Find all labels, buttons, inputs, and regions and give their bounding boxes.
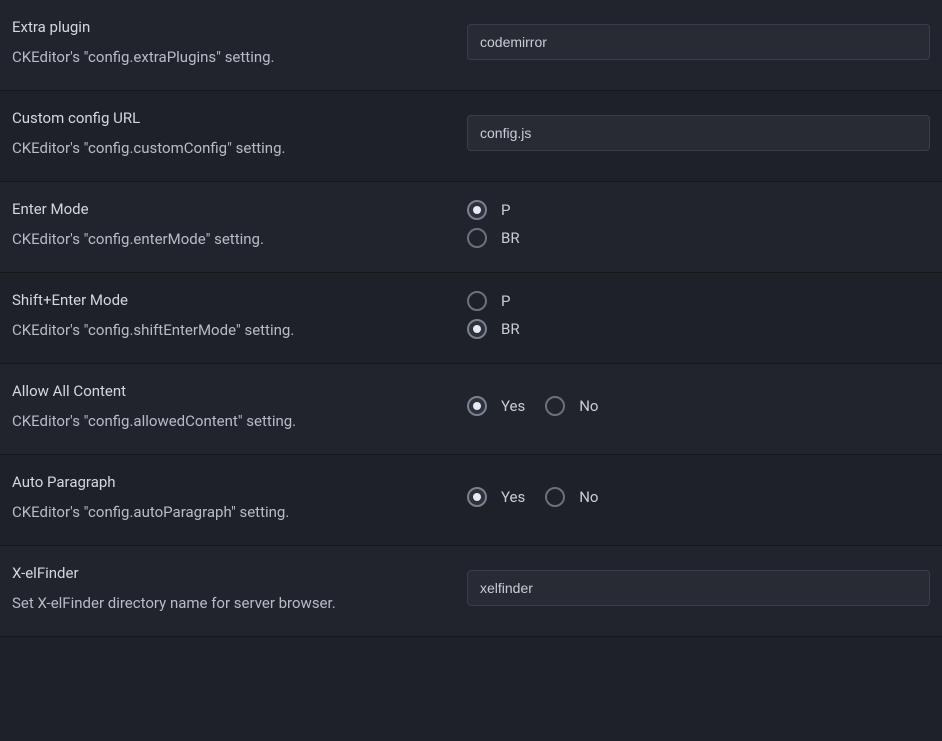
setting-row-allow-all-content: Allow All Content CKEditor's "config.allo… xyxy=(0,364,942,455)
setting-description: CKEditor's "config.customConfig" setting… xyxy=(12,139,447,157)
radio-label: No xyxy=(579,488,598,506)
setting-control-block: Yes No xyxy=(467,382,930,430)
setting-label-block: Custom config URL CKEditor's "config.cust… xyxy=(12,109,467,157)
x-elfinder-input[interactable] xyxy=(467,570,930,606)
radio-button-icon xyxy=(545,396,565,416)
setting-description: Set X-elFinder directory name for server… xyxy=(12,594,447,612)
enter-mode-radio-option[interactable]: BR xyxy=(467,228,930,248)
allow-all-content-radio-option[interactable]: No xyxy=(545,396,598,416)
enter-mode-radio-group: P BR xyxy=(467,200,930,248)
setting-description: CKEditor's "config.autoParagraph" settin… xyxy=(12,503,447,521)
setting-label-block: X-elFinder Set X-elFinder directory name … xyxy=(12,564,467,612)
setting-title: Extra plugin xyxy=(12,18,447,36)
radio-label: No xyxy=(579,397,598,415)
setting-title: Custom config URL xyxy=(12,109,447,127)
setting-row-shift-enter-mode: Shift+Enter Mode CKEditor's "config.shift… xyxy=(0,273,942,364)
setting-control-block: Yes No xyxy=(467,473,930,521)
setting-row-enter-mode: Enter Mode CKEditor's "config.enterMode" … xyxy=(0,182,942,273)
radio-button-icon xyxy=(467,396,487,416)
setting-description: CKEditor's "config.allowedContent" setti… xyxy=(12,412,447,430)
setting-row-auto-paragraph: Auto Paragraph CKEditor's "config.autoPar… xyxy=(0,455,942,546)
radio-label: Yes xyxy=(501,397,525,415)
radio-button-icon xyxy=(467,319,487,339)
auto-paragraph-radio-option[interactable]: No xyxy=(545,487,598,507)
radio-dot-icon xyxy=(473,325,481,333)
radio-dot-icon xyxy=(473,402,481,410)
allow-all-content-radio-option[interactable]: Yes xyxy=(467,396,525,416)
radio-dot-icon xyxy=(473,493,481,501)
setting-title: Enter Mode xyxy=(12,200,447,218)
setting-row-extra-plugin: Extra plugin CKEditor's "config.extraPlug… xyxy=(0,0,942,91)
radio-button-icon xyxy=(467,228,487,248)
setting-label-block: Shift+Enter Mode CKEditor's "config.shift… xyxy=(12,291,467,339)
setting-label-block: Allow All Content CKEditor's "config.allo… xyxy=(12,382,467,430)
extra-plugin-input[interactable] xyxy=(467,24,930,60)
setting-label-block: Enter Mode CKEditor's "config.enterMode" … xyxy=(12,200,467,248)
radio-button-icon xyxy=(545,487,565,507)
setting-control-block xyxy=(467,564,930,612)
setting-control-block: P BR xyxy=(467,200,930,248)
setting-title: Shift+Enter Mode xyxy=(12,291,447,309)
radio-button-icon xyxy=(467,200,487,220)
setting-title: Auto Paragraph xyxy=(12,473,447,491)
radio-label: BR xyxy=(501,320,520,338)
settings-form: Extra plugin CKEditor's "config.extraPlug… xyxy=(0,0,942,637)
shift-enter-mode-radio-option[interactable]: BR xyxy=(467,319,930,339)
radio-dot-icon xyxy=(473,206,481,214)
enter-mode-radio-option[interactable]: P xyxy=(467,200,930,220)
radio-label: P xyxy=(501,201,510,219)
setting-description: CKEditor's "config.shiftEnterMode" setti… xyxy=(12,321,447,339)
custom-config-url-input[interactable] xyxy=(467,115,930,151)
setting-title: Allow All Content xyxy=(12,382,447,400)
radio-label: Yes xyxy=(501,488,525,506)
radio-button-icon xyxy=(467,487,487,507)
setting-label-block: Auto Paragraph CKEditor's "config.autoPar… xyxy=(12,473,467,521)
setting-title: X-elFinder xyxy=(12,564,447,582)
shift-enter-mode-radio-group: P BR xyxy=(467,291,930,339)
auto-paragraph-radio-option[interactable]: Yes xyxy=(467,487,525,507)
setting-control-block xyxy=(467,109,930,157)
radio-button-icon xyxy=(467,291,487,311)
radio-label: BR xyxy=(501,229,520,247)
setting-label-block: Extra plugin CKEditor's "config.extraPlug… xyxy=(12,18,467,66)
setting-row-custom-config-url: Custom config URL CKEditor's "config.cust… xyxy=(0,91,942,182)
auto-paragraph-radio-group: Yes No xyxy=(467,487,930,507)
radio-label: P xyxy=(501,292,510,310)
setting-control-block xyxy=(467,18,930,66)
shift-enter-mode-radio-option[interactable]: P xyxy=(467,291,930,311)
allow-all-content-radio-group: Yes No xyxy=(467,396,930,416)
setting-control-block: P BR xyxy=(467,291,930,339)
setting-description: CKEditor's "config.extraPlugins" setting… xyxy=(12,48,447,66)
setting-row-x-elfinder: X-elFinder Set X-elFinder directory name … xyxy=(0,546,942,637)
setting-description: CKEditor's "config.enterMode" setting. xyxy=(12,230,447,248)
